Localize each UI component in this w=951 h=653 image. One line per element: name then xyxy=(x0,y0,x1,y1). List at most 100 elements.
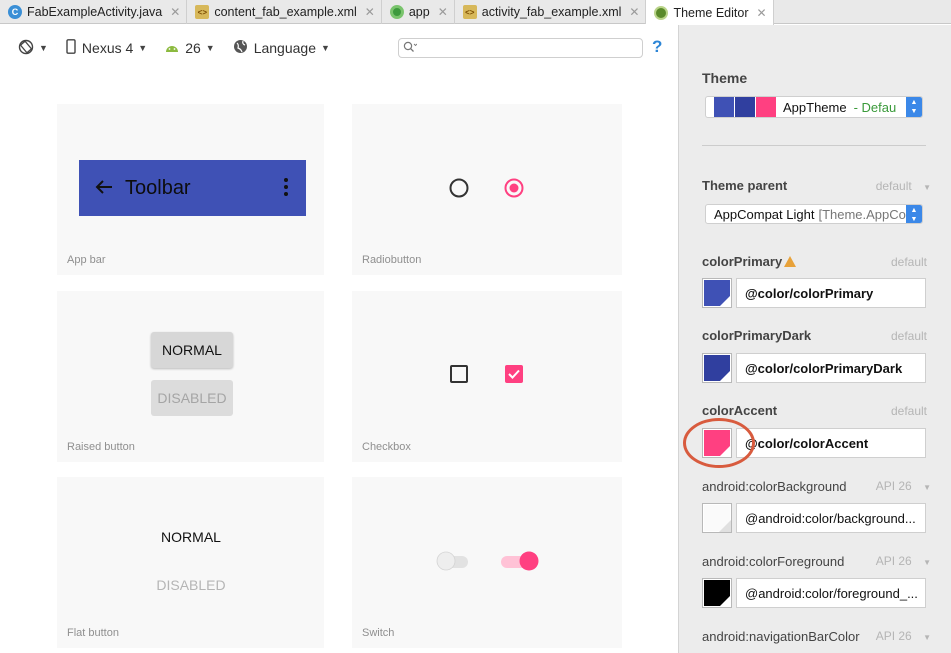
back-arrow-icon xyxy=(95,175,113,201)
switch-preview-card: Switch xyxy=(352,477,622,648)
tab-content-fab-example[interactable]: <> content_fab_example.xml ✕ xyxy=(187,0,382,24)
color-primary-field[interactable]: @color/colorPrimary xyxy=(736,278,926,308)
device-label: Nexus 4 xyxy=(81,40,134,56)
xml-file-icon: <> xyxy=(195,5,210,19)
primary-dark-swatch xyxy=(735,97,755,117)
tab-label: content_fab_example.xml xyxy=(214,5,357,19)
orientation-dropdown[interactable]: ▼ xyxy=(18,39,48,58)
parent-default-dropdown[interactable]: default ▼ xyxy=(876,179,931,193)
chevron-down-icon: ▼ xyxy=(923,633,931,642)
card-label: Checkbox xyxy=(362,441,411,453)
tab-activity-fab-example[interactable]: <> activity_fab_example.xml ✕ xyxy=(455,0,647,24)
flat-normal-button: NORMAL xyxy=(161,529,221,545)
api-label: API 26 xyxy=(875,479,912,493)
color-primary-dark-swatch[interactable] xyxy=(702,353,732,383)
chevron-down-icon: ▼ xyxy=(39,43,48,53)
flat-button-preview-card: NORMAL DISABLED Flat button xyxy=(57,477,324,648)
tab-app[interactable]: app ✕ xyxy=(382,0,455,24)
help-icon[interactable]: ? xyxy=(652,37,662,57)
color-background-swatch[interactable] xyxy=(702,503,732,533)
search-icon xyxy=(403,41,418,56)
theme-heading: Theme xyxy=(702,70,748,86)
theme-parent-select[interactable]: AppCompat Light [Theme.AppCom ▲ ▼ xyxy=(705,204,923,224)
color-background-field[interactable]: @android:color/background... xyxy=(736,503,926,533)
dropdown-arrows-icon: ▲ ▼ xyxy=(906,205,922,223)
chevron-down-icon: ▼ xyxy=(923,558,931,567)
tab-label: FabExampleActivity.java xyxy=(27,5,163,19)
color-accent-field[interactable]: @color/colorAccent xyxy=(736,428,926,458)
flat-disabled-button: DISABLED xyxy=(156,577,226,593)
radio-unchecked-icon xyxy=(449,178,469,203)
checkbox-preview-card: Checkbox xyxy=(352,291,622,462)
language-dropdown[interactable]: Language ▼ xyxy=(233,39,330,57)
chevron-down-icon: ▼ xyxy=(138,43,148,53)
close-icon[interactable]: ✕ xyxy=(757,6,767,20)
java-class-icon: C xyxy=(8,5,22,19)
default-label: default xyxy=(875,179,912,193)
globe-icon xyxy=(233,39,248,57)
close-icon[interactable]: ✕ xyxy=(170,5,180,19)
highlight-circle xyxy=(683,418,755,468)
section-divider xyxy=(702,145,926,146)
api-dropdown[interactable]: 26 ▼ xyxy=(165,40,215,56)
primary-swatch xyxy=(714,97,734,117)
attr-name-color-accent: colorAccent xyxy=(702,403,778,418)
parent-value-extra: [Theme.AppCom xyxy=(818,206,917,222)
app-module-icon xyxy=(389,5,404,19)
attr-name-navigation-bar-color: android:navigationBarColor xyxy=(702,629,860,644)
api-label: API 26 xyxy=(875,554,912,568)
attr-api-dropdown[interactable]: API 26 ▼ xyxy=(876,554,931,568)
switch-off-icon xyxy=(434,549,474,578)
xml-file-icon: <> xyxy=(462,5,477,19)
color-primary-swatch[interactable] xyxy=(702,278,732,308)
chevron-down-icon: ▼ xyxy=(321,43,330,53)
close-icon[interactable]: ✕ xyxy=(629,5,639,19)
overflow-menu-icon xyxy=(284,178,288,199)
color-foreground-field[interactable]: @android:color/foreground_... xyxy=(736,578,926,608)
tab-label: app xyxy=(408,5,430,19)
close-icon[interactable]: ✕ xyxy=(438,5,448,19)
attr-name-color-primary-dark: colorPrimaryDark xyxy=(702,328,812,343)
preview-toolbar: ▼ Nexus 4 ▼ 26 ▼ Language ▼ ? xyxy=(0,25,678,71)
switch-on-icon xyxy=(499,549,543,578)
toolbar-preview: Toolbar xyxy=(79,160,306,216)
attr-api-dropdown[interactable]: API 26 ▼ xyxy=(876,479,931,493)
raised-disabled-button: DISABLED xyxy=(151,380,233,416)
accent-swatch xyxy=(756,97,776,117)
app-bar-preview-card: Toolbar App bar xyxy=(57,104,324,275)
tab-theme-editor[interactable]: Theme Editor ✕ xyxy=(646,0,774,25)
android-icon xyxy=(165,40,179,56)
radio-checked-icon xyxy=(504,178,524,203)
api-label: 26 xyxy=(185,40,201,56)
tab-label: activity_fab_example.xml xyxy=(481,5,622,19)
attr-name-color-background: android:colorBackground xyxy=(702,479,847,494)
theme-suffix: - Defau xyxy=(853,99,897,115)
card-label: Flat button xyxy=(67,627,119,639)
radiobutton-preview-card: Radiobutton xyxy=(352,104,622,275)
tab-fab-example-activity[interactable]: C FabExampleActivity.java ✕ xyxy=(0,0,188,24)
theme-select[interactable]: AppTheme - Defau ▲ ▼ xyxy=(705,96,923,118)
language-label: Language xyxy=(253,40,316,56)
chevron-down-icon: ▼ xyxy=(923,483,931,492)
card-label: Radiobutton xyxy=(362,254,422,266)
theme-parent-heading: Theme parent xyxy=(702,178,788,193)
theme-editor-icon xyxy=(654,5,669,20)
color-foreground-swatch[interactable] xyxy=(702,578,732,608)
attr-api-dropdown[interactable]: API 26 ▼ xyxy=(876,629,931,643)
close-icon[interactable]: ✕ xyxy=(365,5,375,19)
card-label: App bar xyxy=(67,254,106,266)
chevron-down-icon: ▼ xyxy=(923,183,931,192)
tab-label: Theme Editor xyxy=(673,5,749,20)
editor-tab-bar: C FabExampleActivity.java ✕ <> content_f… xyxy=(0,0,951,25)
parent-value: AppCompat Light xyxy=(714,206,815,222)
phone-icon xyxy=(66,39,76,57)
attr-name: colorPrimary xyxy=(702,254,783,269)
checkbox-checked-icon xyxy=(505,365,523,388)
device-dropdown[interactable]: Nexus 4 ▼ xyxy=(66,39,147,57)
attr-name-color-primary: colorPrimary xyxy=(702,254,797,269)
dropdown-arrows-icon: ▲ ▼ xyxy=(906,97,922,117)
search-input[interactable] xyxy=(398,38,643,58)
attr-default: default xyxy=(890,329,927,343)
attr-name-color-foreground: android:colorForeground xyxy=(702,554,845,569)
color-primary-dark-field[interactable]: @color/colorPrimaryDark xyxy=(736,353,926,383)
